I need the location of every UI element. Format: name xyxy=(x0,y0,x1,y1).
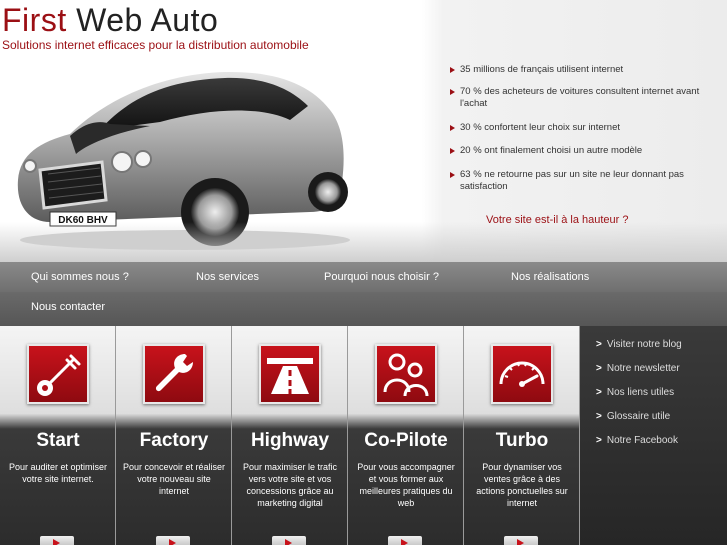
sidebar-link-label: Visiter notre blog xyxy=(606,339,682,350)
card-description: Pour dynamiser vos ventes grâce à des ac… xyxy=(476,462,568,508)
card-title: Start xyxy=(36,430,80,451)
sidebar-link-glossary[interactable]: > Glossaire utile xyxy=(596,411,670,422)
play-arrow-icon[interactable] xyxy=(156,536,190,545)
site-tagline: Solutions internet efficaces pour la dis… xyxy=(2,38,309,52)
stat-item: 63 % ne retourne pas sur un site ne leur… xyxy=(450,169,700,193)
sidebar-link-label: Notre Facebook xyxy=(606,435,678,446)
stat-item: 35 millions de français utilisent intern… xyxy=(450,64,700,76)
key-icon[interactable] xyxy=(27,344,89,404)
card-start[interactable]: Start Pour auditer et optimiser votre si… xyxy=(0,326,116,545)
header-fade xyxy=(0,222,727,262)
card-co-pilote[interactable]: Co-Pilote Pour vous accompagner et vous … xyxy=(348,326,464,545)
sidebar-link-facebook[interactable]: > Notre Facebook xyxy=(596,435,678,446)
play-arrow-icon[interactable] xyxy=(388,536,422,545)
card-title: Turbo xyxy=(495,430,549,451)
nav-item-contact[interactable]: Nous contacter xyxy=(31,301,105,313)
chevron-right-icon: > xyxy=(596,411,602,422)
chevron-right-icon: > xyxy=(596,435,602,446)
logo-rest: Web Auto xyxy=(66,2,219,38)
speedometer-icon[interactable] xyxy=(491,344,553,404)
sidebar-link-label: Notre newsletter xyxy=(606,363,680,374)
chevron-right-icon: > xyxy=(596,339,602,350)
play-arrow-icon[interactable] xyxy=(504,536,538,545)
service-cards: Start Pour auditer et optimiser votre si… xyxy=(0,326,580,545)
sidebar-link-label: Nos liens utiles xyxy=(606,387,675,398)
nav-item-portfolio[interactable]: Nos réalisations xyxy=(511,271,589,283)
chevron-right-icon: > xyxy=(596,387,602,398)
site-logo[interactable]: First Web Auto xyxy=(2,3,218,37)
sidebar-link-newsletter[interactable]: > Notre newsletter xyxy=(596,363,680,374)
card-title: Factory xyxy=(139,430,209,451)
people-icon[interactable] xyxy=(375,344,437,404)
stat-item: 30 % confortent leur choix sur internet xyxy=(450,122,700,134)
sidebar-link-useful-links[interactable]: > Nos liens utiles xyxy=(596,387,674,398)
card-highway[interactable]: Highway Pour maximiser le trafic vers vo… xyxy=(232,326,348,545)
sidebar-links: > Visiter notre blog > Notre newsletter > N… xyxy=(580,326,727,545)
card-description: Pour maximiser le trafic vers votre site… xyxy=(242,462,338,508)
highway-icon[interactable] xyxy=(259,344,321,404)
nav-item-why-us[interactable]: Pourquoi nous choisir ? xyxy=(324,271,439,283)
stat-item: 20 % ont finalement choisi un autre modè… xyxy=(450,145,700,157)
play-arrow-icon[interactable] xyxy=(272,536,306,545)
stat-item: 70 % des acheteurs de voitures consulten… xyxy=(450,86,700,110)
card-description: Pour vous accompagner et vous former aux… xyxy=(357,462,455,508)
main-nav: Qui sommes nous ? Nos services Pourquoi … xyxy=(0,262,727,326)
card-title: Highway xyxy=(250,430,330,451)
card-title: Co-Pilote xyxy=(364,430,448,451)
nav-item-about[interactable]: Qui sommes nous ? xyxy=(31,271,129,283)
sidebar-link-label: Glossaire utile xyxy=(606,411,671,422)
wrench-icon[interactable] xyxy=(143,344,205,404)
nav-second-row xyxy=(0,292,727,326)
card-factory[interactable]: Factory Pour concevoir et réaliser votre… xyxy=(116,326,232,545)
nav-item-services[interactable]: Nos services xyxy=(196,271,259,283)
logo-first-word: First xyxy=(2,2,67,38)
card-description: Pour auditer et optimiser votre site int… xyxy=(8,462,108,484)
chevron-right-icon: > xyxy=(596,363,602,374)
sidebar-link-blog[interactable]: > Visiter notre blog xyxy=(596,339,682,350)
card-description: Pour concevoir et réaliser votre nouveau… xyxy=(122,462,226,496)
header-banner: First Web Auto Solutions internet effica… xyxy=(0,0,727,262)
card-turbo[interactable]: Turbo Pour dynamiser vos ventes grâce à … xyxy=(464,326,580,545)
play-arrow-icon[interactable] xyxy=(40,536,74,545)
